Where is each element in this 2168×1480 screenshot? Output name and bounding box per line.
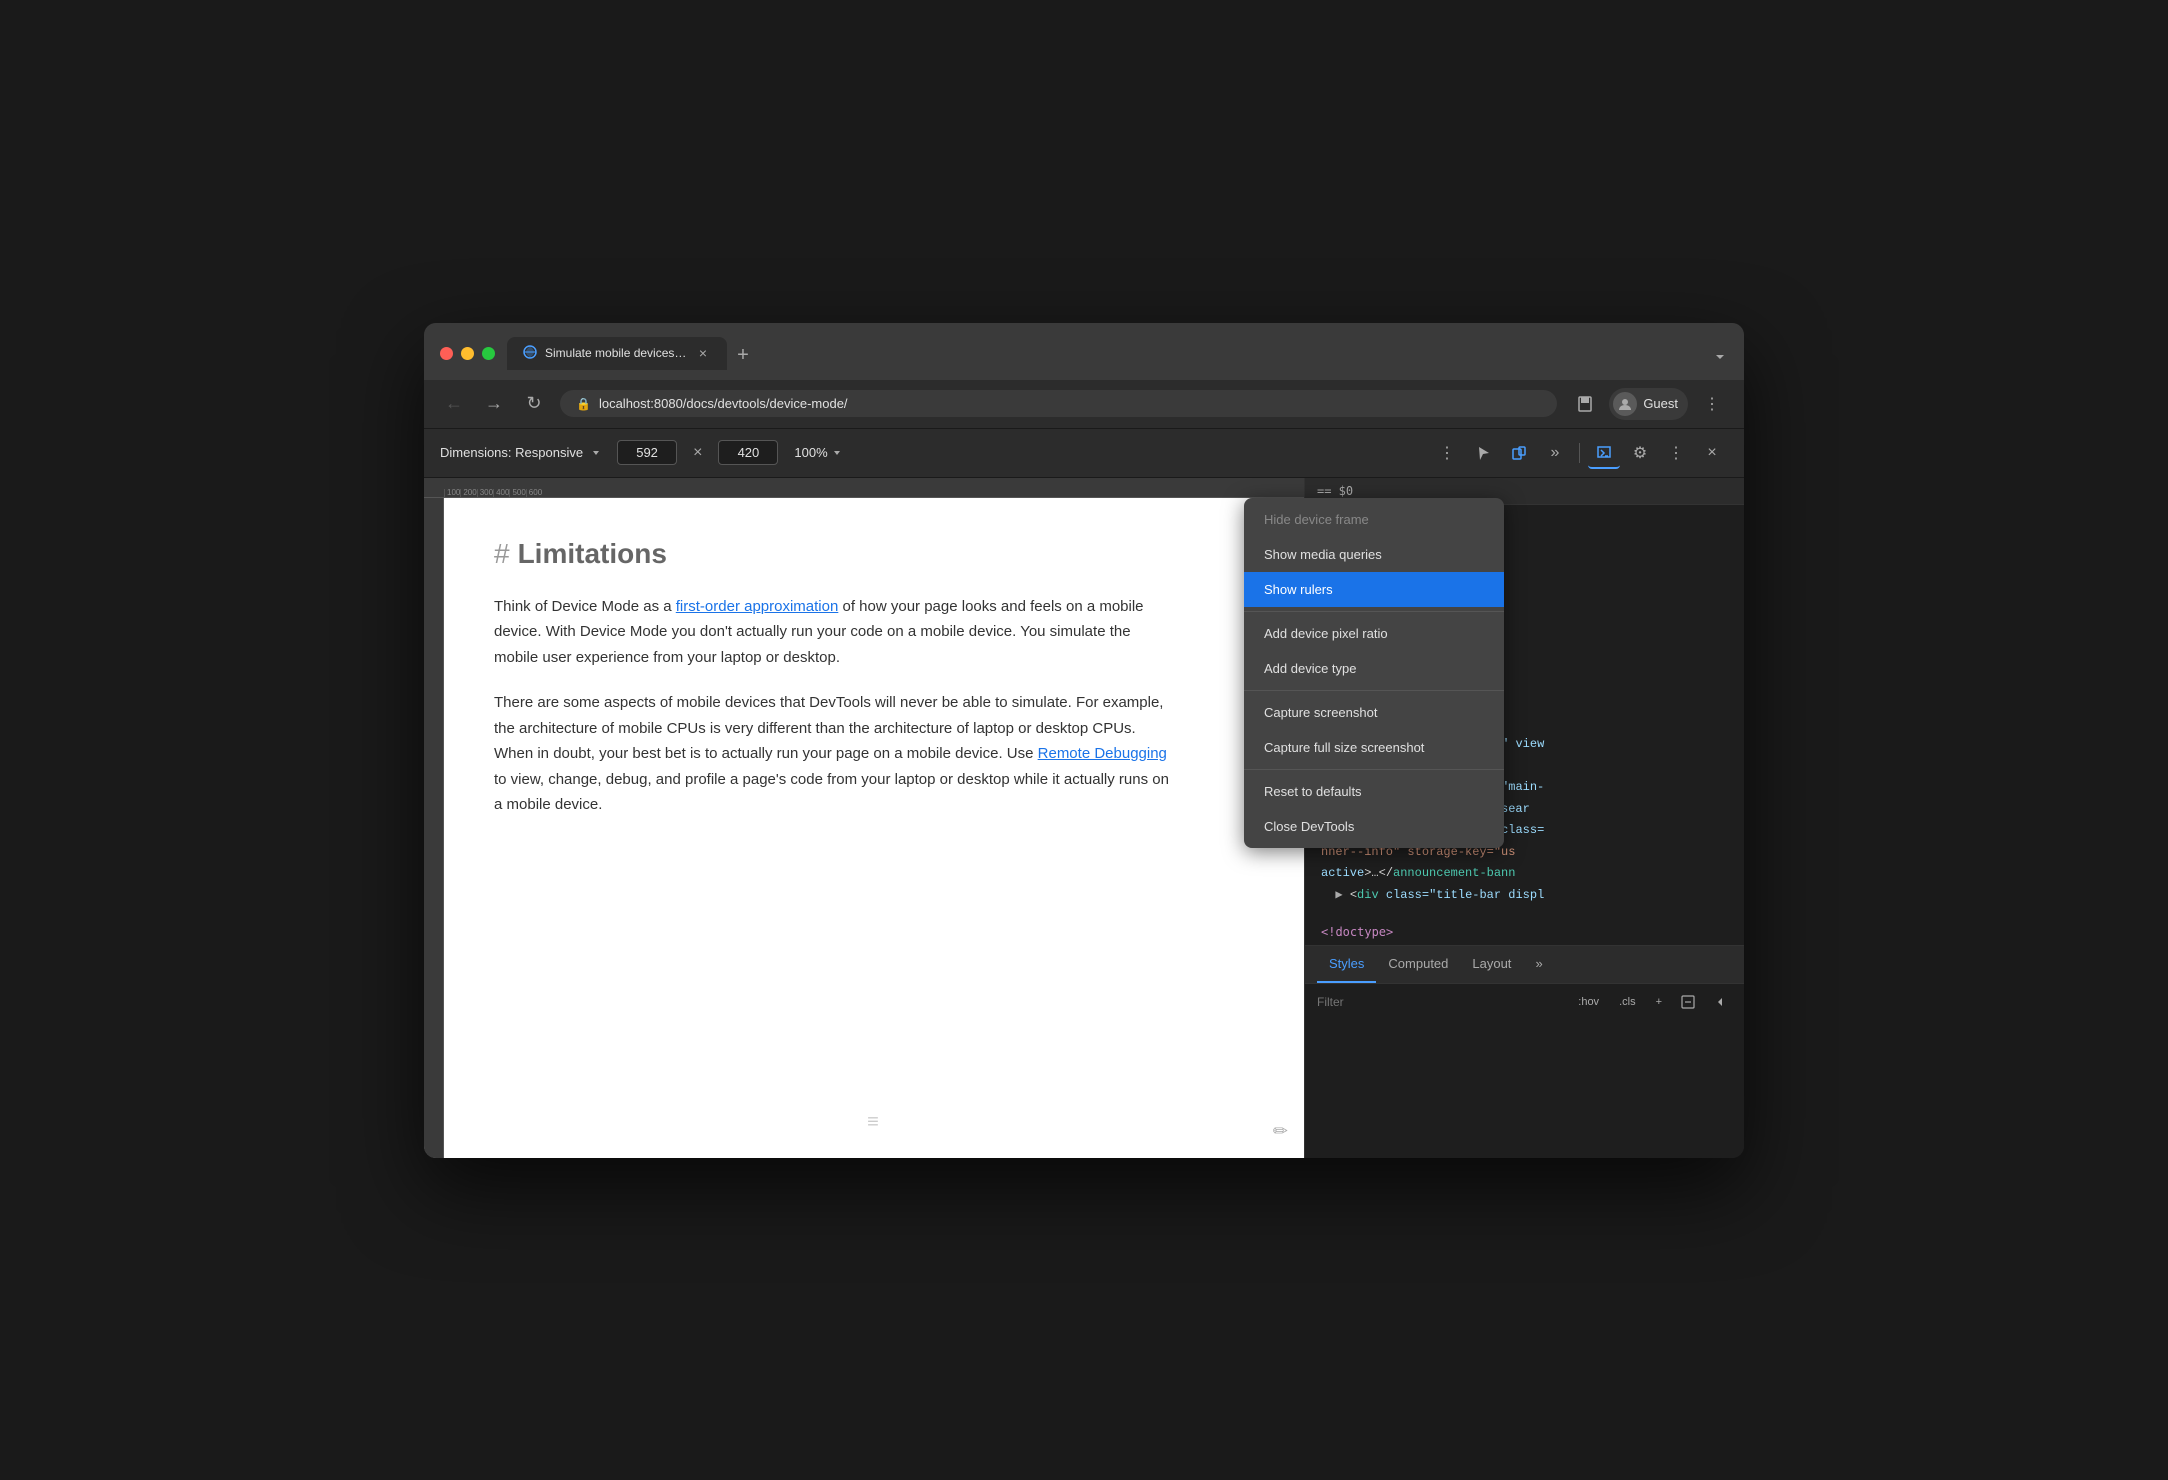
heading-hash: #: [494, 538, 510, 570]
para2-after: to view, change, debug, and profile a pa…: [494, 771, 1169, 814]
hov-filter-button[interactable]: :hov: [1572, 994, 1605, 1010]
page-heading: # Limitations: [494, 538, 1174, 570]
back-filter-button[interactable]: [1708, 990, 1732, 1014]
forward-button[interactable]: →: [480, 390, 508, 418]
main-area: Dimensions: Responsive × 100% ⋮: [424, 428, 1744, 1158]
traffic-lights: [440, 347, 495, 360]
menu-item-add-device-pixel-ratio[interactable]: Add device pixel ratio: [1244, 616, 1504, 651]
menu-item-show-media-queries[interactable]: Show media queries: [1244, 537, 1504, 572]
width-input[interactable]: [617, 440, 677, 465]
console-panel-button[interactable]: [1588, 437, 1620, 469]
profile-avatar: [1613, 392, 1637, 416]
ruler-tick: 400: [493, 489, 509, 497]
cursor-mode-button[interactable]: [1467, 437, 1499, 469]
dollar-indicator: == $0: [1317, 484, 1353, 498]
tab-title: Simulate mobile devices with D: [545, 346, 687, 360]
dropdown-menu: Hide device frame Show media queries Sho…: [1244, 498, 1504, 848]
menu-item-add-device-type[interactable]: Add device type: [1244, 651, 1504, 686]
title-bar: Simulate mobile devices with D × +: [424, 323, 1744, 380]
active-tab[interactable]: Simulate mobile devices with D ×: [507, 337, 727, 370]
menu-item-close-devtools[interactable]: Close DevTools: [1244, 809, 1504, 844]
html-line: ▶ <div class="title-bar displ: [1321, 885, 1728, 907]
dimensions-label: Dimensions: Responsive: [440, 445, 583, 460]
doctype-text: <!doctype>: [1321, 925, 1393, 939]
first-order-link[interactable]: first-order approximation: [676, 598, 839, 615]
devtools-overflow-button[interactable]: ⋮: [1660, 437, 1692, 469]
menu-divider-1: [1244, 611, 1504, 612]
content-split: 100 200 300 400 500 600 # Limitations: [424, 478, 1744, 1158]
dimension-separator: ×: [693, 444, 702, 462]
address-bar: ← → ↻ 🔒 localhost:8080/docs/devtools/dev…: [424, 380, 1744, 428]
ruler-tick: 500: [509, 489, 525, 497]
back-button[interactable]: ←: [440, 390, 468, 418]
url-text: localhost:8080/docs/devtools/device-mode…: [599, 396, 848, 411]
device-toolbar-actions: ⋮ »: [1431, 437, 1728, 469]
drag-handle[interactable]: ≡: [867, 1111, 881, 1134]
page-paragraph-2: There are some aspects of mobile devices…: [494, 690, 1174, 818]
page-heading-text: Limitations: [518, 538, 667, 570]
page-paragraph-1: Think of Device Mode as a first-order ap…: [494, 594, 1174, 671]
more-tools-button[interactable]: »: [1539, 437, 1571, 469]
page-content: # Limitations Think of Device Mode as a …: [444, 498, 1304, 1158]
tab-computed[interactable]: Computed: [1376, 946, 1460, 983]
vertical-ruler: [424, 498, 444, 1158]
dimensions-control: Dimensions: Responsive: [440, 445, 601, 460]
filter-input[interactable]: [1317, 995, 1564, 1009]
new-tab-button[interactable]: +: [729, 342, 757, 370]
lock-icon: 🔒: [576, 397, 591, 411]
ruler-tick: 200: [460, 489, 476, 497]
ruler-tick: 100: [444, 489, 460, 497]
styles-icon-button[interactable]: [1676, 990, 1700, 1014]
horizontal-ruler: 100 200 300 400 500 600: [424, 478, 1304, 498]
height-input[interactable]: [718, 440, 778, 465]
maximize-traffic-light[interactable]: [482, 347, 495, 360]
profile-name: Guest: [1643, 396, 1678, 411]
viewport: 100 200 300 400 500 600 # Limitations: [424, 478, 1304, 1158]
pen-icon[interactable]: ✏: [1273, 1121, 1288, 1142]
filter-bar: :hov .cls +: [1305, 983, 1744, 1020]
close-traffic-light[interactable]: [440, 347, 453, 360]
browser-window: Simulate mobile devices with D × + ← → ↻…: [424, 323, 1744, 1158]
settings-button[interactable]: ⚙: [1624, 437, 1656, 469]
cls-filter-button[interactable]: .cls: [1613, 994, 1642, 1010]
device-toolbar: Dimensions: Responsive × 100% ⋮: [424, 428, 1744, 478]
para1-before: Think of Device Mode as a: [494, 598, 676, 615]
html-line: active>…</announcement-bann: [1321, 863, 1728, 885]
menu-divider-2: [1244, 690, 1504, 691]
tab-close-button[interactable]: ×: [695, 345, 711, 361]
menu-item-capture-screenshot[interactable]: Capture screenshot: [1244, 695, 1504, 730]
menu-divider-3: [1244, 769, 1504, 770]
menu-item-capture-full-size[interactable]: Capture full size screenshot: [1244, 730, 1504, 765]
ruler-tick: 600: [526, 489, 542, 497]
doctype-row: <!doctype>: [1305, 919, 1744, 945]
tab-more[interactable]: »: [1523, 946, 1554, 983]
bookmark-icon[interactable]: [1569, 388, 1601, 420]
add-filter-button[interactable]: +: [1650, 994, 1668, 1010]
menu-item-reset-defaults[interactable]: Reset to defaults: [1244, 774, 1504, 809]
device-toggle-button[interactable]: [1503, 437, 1535, 469]
refresh-button[interactable]: ↻: [520, 390, 548, 418]
profile-button[interactable]: Guest: [1609, 388, 1688, 420]
minimize-traffic-light[interactable]: [461, 347, 474, 360]
remote-debugging-link[interactable]: Remote Debugging: [1038, 745, 1167, 762]
browser-menu-button[interactable]: ⋮: [1696, 388, 1728, 420]
tab-styles[interactable]: Styles: [1317, 946, 1376, 983]
menu-item-show-rulers[interactable]: Show rulers: [1244, 572, 1504, 607]
tabs-row: Simulate mobile devices with D × +: [507, 337, 1728, 370]
zoom-value: 100%: [794, 445, 827, 460]
device-toolbar-more-button[interactable]: ⋮: [1431, 437, 1463, 469]
ruler-tick: 300: [477, 489, 493, 497]
zoom-control[interactable]: 100%: [794, 445, 841, 460]
menu-item-hide-device-frame[interactable]: Hide device frame: [1244, 502, 1504, 537]
toolbar-right: Guest ⋮: [1569, 388, 1728, 420]
url-bar[interactable]: 🔒 localhost:8080/docs/devtools/device-mo…: [560, 390, 1557, 417]
devtools-close-button[interactable]: ×: [1696, 437, 1728, 469]
tab-favicon-icon: [523, 345, 537, 362]
tab-layout[interactable]: Layout: [1460, 946, 1523, 983]
tab-dropdown-button[interactable]: [1712, 349, 1728, 370]
devtools-bottom-tabs: Styles Computed Layout »: [1305, 945, 1744, 983]
